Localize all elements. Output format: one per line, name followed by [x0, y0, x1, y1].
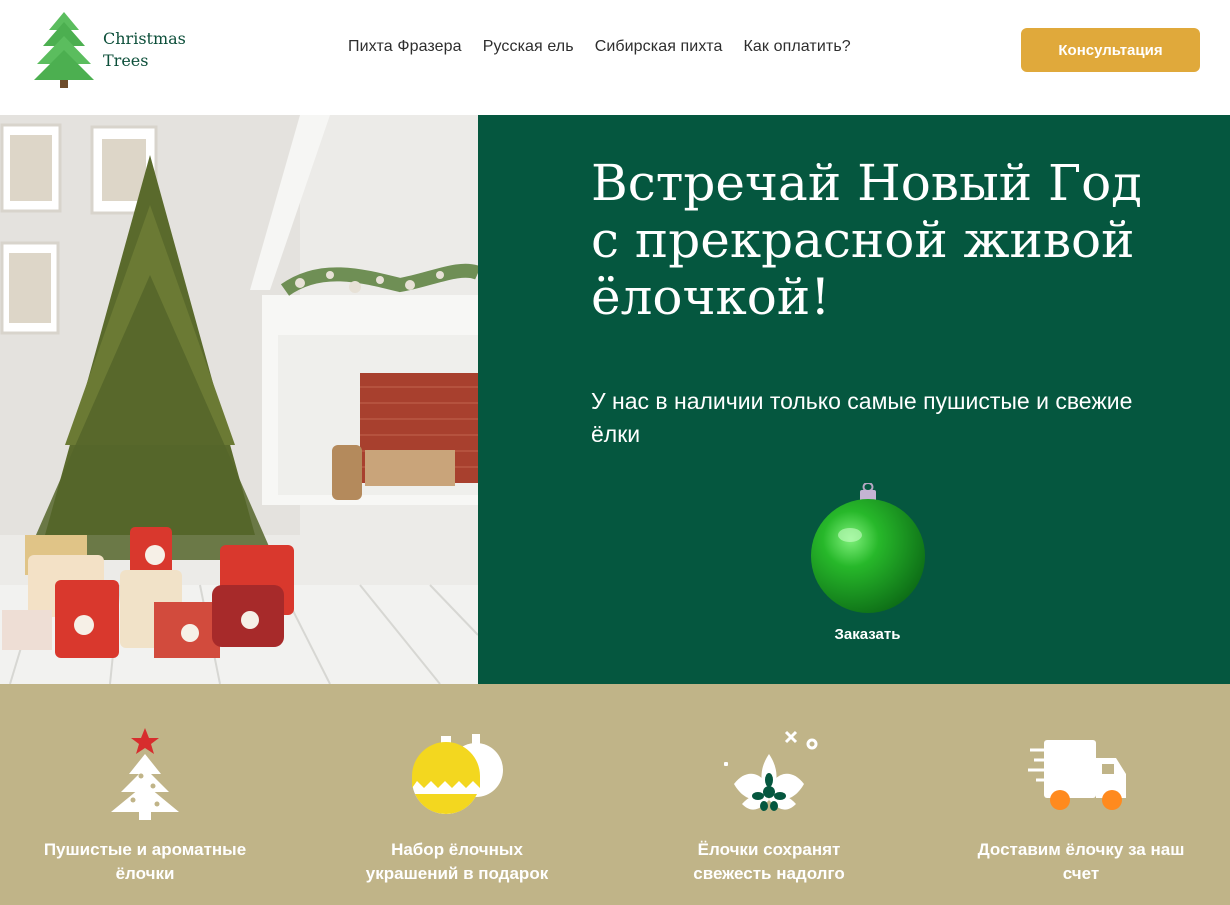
order-label: Заказать [834, 626, 901, 643]
order-button[interactable]: Заказать [800, 483, 935, 643]
hero-panel: Встречай Новый Год с прекрасной живой ёл… [478, 115, 1230, 684]
nav-item-how-to-pay[interactable]: Как оплатить? [744, 38, 851, 56]
hero-title-line-1: Встречай Новый Год [591, 154, 1142, 212]
logo[interactable]: Christmas Trees [33, 10, 203, 90]
main-nav: Пихта Фразера Русская ель Сибирская пихт… [348, 38, 872, 56]
feature-text: Набор ёлочных украшений в подарок [312, 838, 602, 886]
feature-text: Ёлочки сохранят свежесть надолго [624, 838, 914, 886]
flower-freshness-icon [724, 730, 818, 811]
delivery-truck-icon [1028, 740, 1126, 810]
nav-item-fraser-fir[interactable]: Пихта Фразера [348, 38, 462, 56]
feature-text-line-2: ёлочки [115, 864, 175, 883]
feature-freshness: Ёлочки сохранят свежесть надолго [624, 724, 914, 894]
feature-free-delivery: Доставим ёлочку за наш счет [936, 724, 1226, 894]
features-band: Пушистые и ароматные ёлочки Набор ёлочны… [0, 684, 1230, 905]
feature-text: Доставим ёлочку за наш счет [936, 838, 1226, 886]
logo-line-2: Trees [103, 51, 149, 70]
feature-text-line-1: Набор ёлочных [391, 840, 523, 859]
hero-photo [0, 115, 478, 684]
hero-title-line-2: с прекрасной живой [591, 211, 1135, 269]
christmas-tree-icon [111, 728, 179, 820]
feature-text-line-1: Пушистые и ароматные [43, 840, 247, 859]
logo-text: Christmas Trees [103, 28, 186, 72]
logo-tree-icon [34, 12, 94, 88]
site-header: Christmas Trees Пихта Фразера Русская ел… [0, 0, 1230, 115]
hero-title-line-3: ёлочкой! [591, 268, 831, 326]
hero-subtitle: У нас в наличии только самые пушистые и … [591, 388, 1133, 447]
feature-text-line-2: украшений в подарок [365, 864, 549, 883]
feature-ornaments-gift: Набор ёлочных украшений в подарок [312, 724, 602, 894]
green-ornament-ball-icon [811, 483, 925, 613]
consultation-button[interactable]: Консультация [1021, 28, 1200, 72]
nav-item-siberian-fir[interactable]: Сибирская пихта [595, 38, 723, 56]
feature-text: Пушистые и ароматные ёлочки [0, 838, 290, 886]
nav-item-russian-spruce[interactable]: Русская ель [483, 38, 574, 56]
ornaments-icon [412, 734, 503, 815]
hero-title: Встречай Новый Год с прекрасной живой ёл… [591, 155, 1191, 326]
hero-christmas-room-image [0, 115, 478, 684]
feature-text-line-2: свежесть надолго [693, 864, 845, 883]
feature-text-line-2: счет [1062, 864, 1100, 883]
feature-fluffy-trees: Пушистые и ароматные ёлочки [0, 724, 290, 894]
feature-text-line-1: Ёлочки сохранят [697, 840, 841, 859]
feature-text-line-1: Доставим ёлочку за наш [977, 840, 1185, 859]
logo-line-1: Christmas [103, 29, 186, 48]
